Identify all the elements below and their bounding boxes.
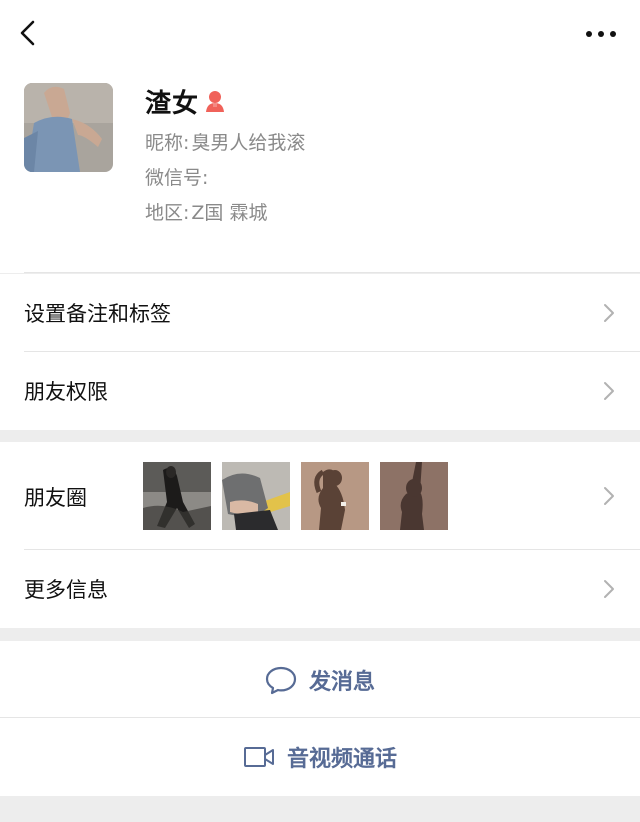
female-icon	[206, 91, 225, 112]
chevron-right-icon	[604, 304, 614, 322]
moments-label: 朋友圈	[24, 486, 87, 510]
more-info-row[interactable]: 更多信息	[0, 550, 640, 628]
friend-permissions-row[interactable]: 朋友权限	[0, 352, 640, 430]
profile-card: 渣女 昵称: 臭男人给我滚 微信号: 地区: Z国 霖城	[0, 68, 640, 273]
video-call-label: 音视频通话	[286, 747, 397, 772]
moments-thumbnail[interactable]	[143, 462, 211, 530]
divider	[24, 272, 640, 273]
chevron-right-icon	[604, 487, 614, 505]
send-message-label: 发消息	[308, 669, 375, 695]
wechat-id-line: 微信号:	[145, 163, 210, 190]
more-info-label: 更多信息	[24, 578, 108, 602]
remarks-tags-row[interactable]: 设置备注和标签	[0, 274, 640, 352]
avatar[interactable]	[24, 83, 113, 172]
moments-thumbnails	[143, 462, 448, 530]
remarks-tags-label: 设置备注和标签	[24, 302, 171, 326]
video-call-button[interactable]: 音视频通话	[0, 718, 640, 796]
moments-thumbnail[interactable]	[380, 462, 448, 530]
nickname-line: 昵称: 臭男人给我滚	[145, 128, 305, 155]
ellipsis-icon	[586, 31, 616, 37]
region-value: Z国 霖城	[191, 202, 268, 224]
wechat-id-label: 微信号:	[145, 167, 209, 189]
friend-permissions-label: 朋友权限	[24, 380, 108, 404]
contact-profile-screen: 渣女 昵称: 臭男人给我滚 微信号: 地区: Z国 霖城 设置备注和标签 朋友权限	[0, 0, 640, 822]
moments-thumbnail[interactable]	[301, 462, 369, 530]
display-name: 渣女	[145, 88, 200, 119]
video-camera-icon	[243, 747, 274, 767]
chevron-left-icon	[20, 20, 35, 46]
chevron-right-icon	[604, 580, 614, 598]
avatar-photo	[24, 83, 113, 172]
nickname-value: 臭男人给我滚	[191, 132, 306, 154]
more-options-button[interactable]	[584, 22, 618, 46]
chevron-right-icon	[604, 382, 614, 400]
nickname-label: 昵称:	[145, 132, 190, 154]
region-label: 地区:	[145, 202, 190, 224]
region-line: 地区: Z国 霖城	[145, 198, 267, 225]
display-name-row: 渣女	[145, 83, 227, 119]
send-message-button[interactable]: 发消息	[0, 641, 640, 718]
chat-bubble-icon	[265, 666, 297, 694]
moments-row[interactable]: 朋友圈	[0, 442, 640, 550]
moments-thumbnail[interactable]	[222, 462, 290, 530]
top-bar	[0, 0, 640, 68]
back-button[interactable]	[14, 18, 44, 48]
